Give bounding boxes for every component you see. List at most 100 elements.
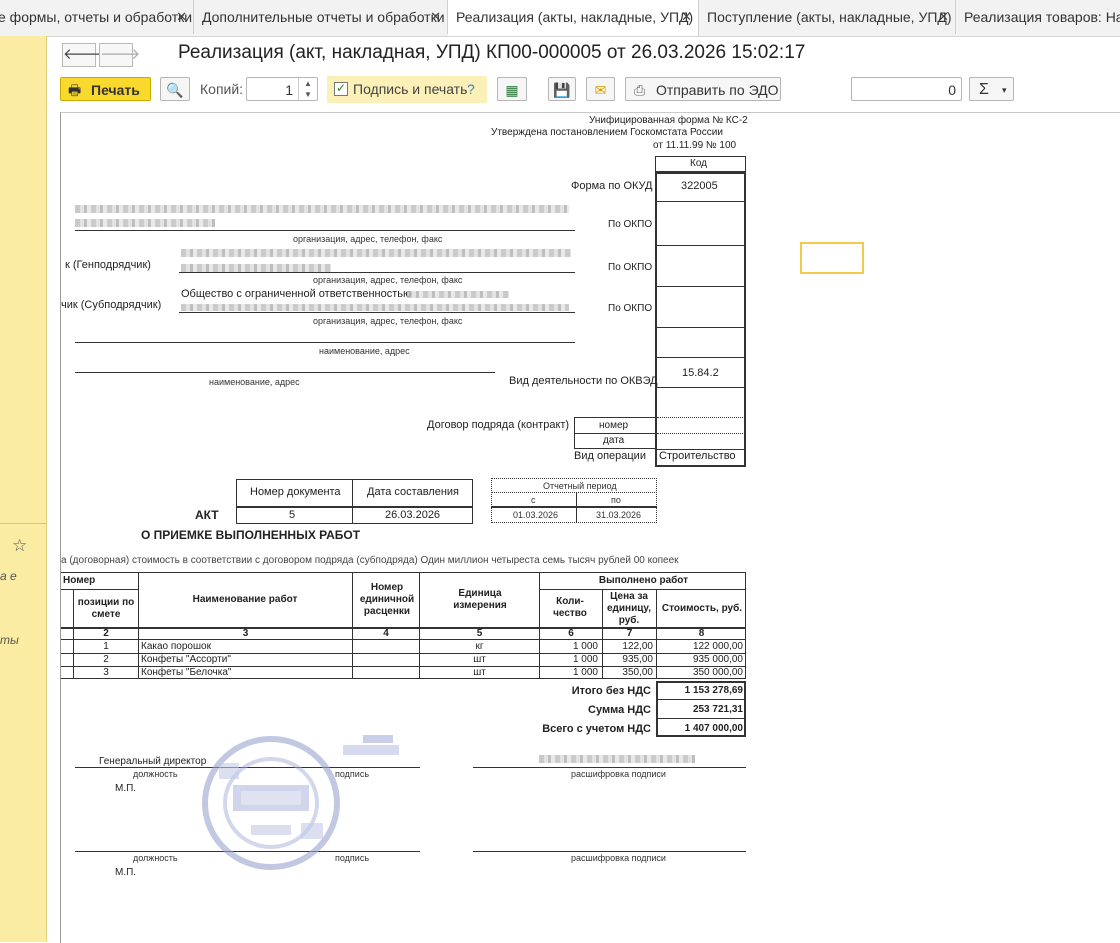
chevron-down-icon: ▾ <box>1002 85 1007 95</box>
sigma-icon: Σ <box>979 81 989 98</box>
col-num: 4 <box>383 628 389 639</box>
underline <box>473 767 746 768</box>
checkbox-icon[interactable]: ✓ <box>334 82 348 96</box>
row-cost: 122 000,00 <box>692 641 743 652</box>
vat-value: 253 721,31 <box>692 704 743 715</box>
stepper-icon[interactable]: ▲ ▼ <box>298 78 317 100</box>
okpo-label: По ОКПО <box>608 219 653 230</box>
email-button[interactable]: ✉ <box>586 77 615 101</box>
send-edo-button[interactable]: ⎙ Отправить по ЭДО <box>625 77 781 101</box>
th-rate: Номер единичной расценки <box>359 582 415 617</box>
row-qty: 1 000 <box>572 667 598 678</box>
row-cost: 350 000,00 <box>692 667 743 678</box>
operation-value: Строительство <box>659 450 736 462</box>
general-contractor-label: к (Генподрядчик) <box>65 259 151 271</box>
sub-blurred <box>181 304 569 311</box>
tab-additional-reports[interactable]: Дополнительные отчеты и обработки ✕ <box>194 0 448 34</box>
tab-label: е формы, отчеты и обработки <box>0 9 193 25</box>
divider <box>657 387 745 388</box>
row-qty: 1 000 <box>572 641 598 652</box>
divider <box>657 201 745 202</box>
sum-field[interactable]: 0 <box>851 77 962 101</box>
col-num: 8 <box>698 628 705 639</box>
send-icon: ⎙ <box>634 82 646 98</box>
form-approved-date: от 11.11.99 № 100 <box>653 140 737 151</box>
tab-receipts[interactable]: Поступление (акты, накладные, УПД) ✕ <box>699 0 956 34</box>
tab-bar: е формы, отчеты и обработки ✕ Дополнител… <box>0 0 1120 37</box>
org-caption: организация, адрес, телефон, факс <box>313 275 463 285</box>
forward-button[interactable]: 🡒 <box>99 43 140 67</box>
close-icon[interactable]: ✕ <box>938 0 949 34</box>
sum-menu-button[interactable]: Σ ▾ <box>969 77 1014 101</box>
star-icon[interactable]: ☆ <box>12 536 27 556</box>
underline <box>179 272 575 273</box>
total-label: Всего с учетом НДС <box>542 723 651 735</box>
col-num: 6 <box>568 628 574 639</box>
row-price: 935,00 <box>622 654 653 665</box>
th-done: Выполнено работ <box>598 575 689 586</box>
tab-sales-active[interactable]: Реализация (акты, накладные, УПД) ✕ <box>448 0 699 36</box>
period-to-label: по <box>611 495 621 505</box>
th-cost: Стоимость, руб. <box>661 603 743 614</box>
divider <box>657 417 745 418</box>
doc-number: 5 <box>289 509 296 521</box>
mp-label: М.П. <box>115 783 137 794</box>
edit-button[interactable]: ▦ <box>497 77 527 101</box>
print-label: Печать <box>91 82 140 98</box>
selected-cell[interactable] <box>800 242 864 274</box>
company-stamp <box>202 736 340 870</box>
sign-toggle[interactable]: ✓ Подпись и печать ? <box>327 76 487 103</box>
act-label: АКТ <box>195 508 219 522</box>
org-caption: организация, адрес, телефон, факс <box>293 234 443 244</box>
mp-label: М.П. <box>115 867 137 878</box>
divider <box>236 506 473 508</box>
okpo-label: По ОКПО <box>608 303 653 314</box>
tab-label: Дополнительные отчеты и обработки <box>202 9 445 25</box>
tab-label: Реализация товаров: Накл <box>964 9 1120 25</box>
close-icon[interactable]: ✕ <box>681 0 692 34</box>
total-value: 1 407 000,00 <box>684 723 743 734</box>
sum-value: 0 <box>948 82 956 98</box>
okud-label: Форма по ОКУД <box>571 180 653 192</box>
row-name: Какао порошок <box>141 641 211 652</box>
close-icon[interactable]: ✕ <box>176 0 187 34</box>
okpo-label: По ОКПО <box>608 262 653 273</box>
doc-number-header: Номер документа <box>250 486 341 498</box>
envelope-icon: ✉ <box>594 82 607 98</box>
edit-table-icon: ▦ <box>505 82 519 98</box>
underline <box>75 230 575 231</box>
sign-label: Подпись и печать <box>353 81 468 97</box>
save-button[interactable]: 💾 <box>548 77 576 101</box>
back-button[interactable]: 🡐 <box>62 43 103 67</box>
help-icon[interactable]: ? <box>467 81 475 97</box>
form-name: Унифицированная форма № КС-2 <box>589 115 748 126</box>
gen-blurred <box>181 249 571 257</box>
position-caption: должность <box>133 769 178 779</box>
arrow-left-icon: 🡐 <box>63 46 104 63</box>
divider <box>656 699 746 700</box>
close-icon[interactable]: ✕ <box>430 0 441 34</box>
preview-button[interactable]: 🔍 <box>160 77 190 101</box>
panel-divider <box>0 523 46 524</box>
total-no-vat-label: Итого без НДС <box>571 685 651 697</box>
signer-position: Генеральный директор <box>99 756 207 767</box>
divider <box>352 479 353 524</box>
contract-number-label: номер <box>599 420 629 431</box>
tab-goods-sales[interactable]: Реализация товаров: Накл <box>956 0 1120 34</box>
signature-mark <box>343 735 399 755</box>
th-position: позиции по смете <box>77 597 135 620</box>
copies-input[interactable]: 1 ▲ ▼ <box>246 77 318 101</box>
period-from-label: с <box>531 495 536 505</box>
divider <box>657 327 745 328</box>
print-button[interactable]: 🖶 Печать <box>60 77 151 101</box>
row-pos: 3 <box>103 667 109 678</box>
contract-date-label: дата <box>603 435 625 446</box>
subcontractor-org: Общество с ограниченной ответственностью <box>181 288 412 300</box>
doc-date: 26.03.2026 <box>385 509 441 521</box>
divider <box>657 357 745 358</box>
printer-icon: 🖶 <box>68 82 82 98</box>
underline <box>75 342 575 343</box>
magnifier-icon: 🔍 <box>166 82 184 98</box>
divider <box>657 245 745 246</box>
tab-forms-reports[interactable]: е формы, отчеты и обработки ✕ <box>0 0 194 34</box>
